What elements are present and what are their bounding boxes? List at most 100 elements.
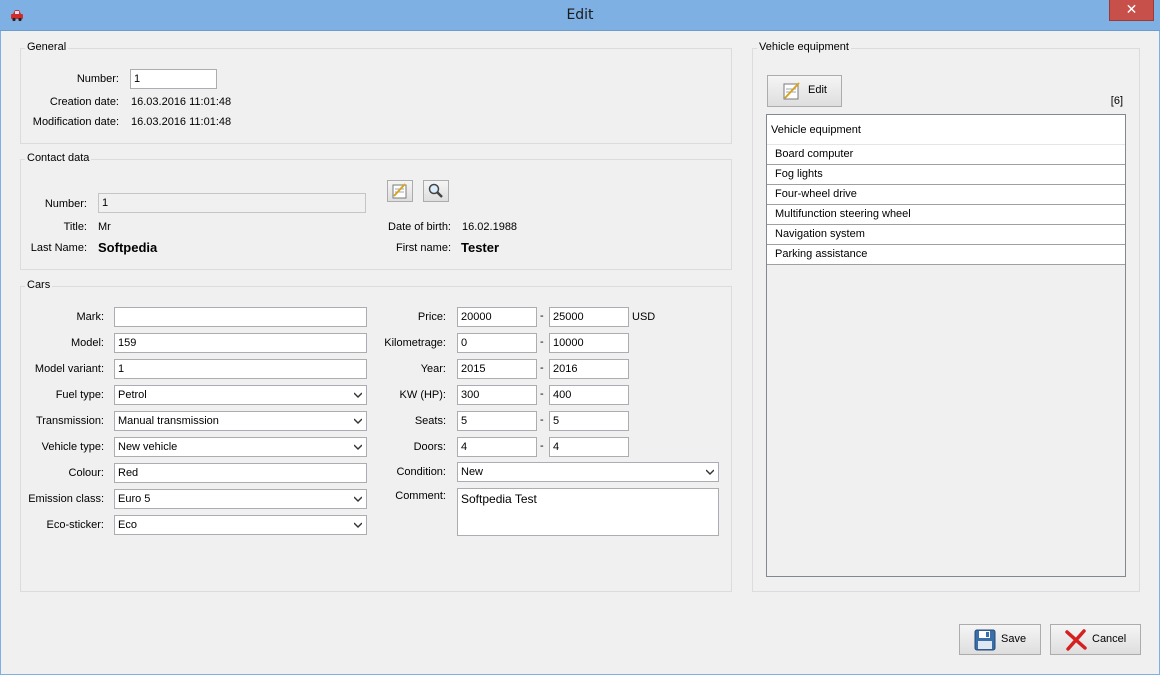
range-to-input[interactable]: 5	[549, 411, 629, 431]
list-item[interactable]: Navigation system	[767, 225, 1125, 245]
car-field-value: Red	[118, 467, 139, 479]
range-label: Year:	[420, 363, 446, 375]
chevron-down-icon	[354, 522, 362, 528]
close-icon: ✕	[1125, 1, 1138, 17]
range-label: Doors:	[413, 441, 446, 453]
condition-select[interactable]: New	[457, 462, 719, 482]
general-number-label: Number:	[76, 73, 119, 85]
car-field-input[interactable]: 1	[114, 359, 367, 379]
general-number-input[interactable]: 1	[130, 69, 217, 89]
lastname-label: Last Name:	[30, 242, 87, 254]
car-field-label: Colour:	[68, 467, 104, 479]
range-to-input[interactable]: 4	[549, 437, 629, 457]
modification-date-value: 16.03.2016 11:01:48	[131, 116, 232, 128]
lastname-value: Softpedia	[98, 240, 158, 255]
red-x-icon	[1065, 629, 1087, 651]
car-field-value: Petrol	[118, 389, 147, 401]
comment-label: Comment:	[395, 490, 446, 502]
car-field-input[interactable]: Red	[114, 463, 367, 483]
car-field-value: Euro 5	[118, 493, 151, 505]
car-field-value: Eco	[118, 519, 137, 531]
dob-label: Date of birth:	[388, 221, 451, 233]
equipment-edit-label: Edit	[808, 84, 827, 96]
equipment-group-title: Vehicle equipment	[757, 41, 851, 53]
car-field-value: 159	[118, 337, 137, 349]
window-title: Edit	[566, 7, 594, 23]
car-field-label: Vehicle type:	[41, 441, 104, 453]
equipment-edit-button[interactable]: Edit	[767, 75, 842, 107]
condition-value: New	[461, 466, 484, 478]
car-field-label: Mark:	[76, 311, 105, 323]
creation-date-label: Creation date:	[49, 96, 119, 108]
list-item[interactable]: Board computer	[767, 145, 1125, 165]
range-to-input[interactable]: 400	[549, 385, 629, 405]
car-field-select[interactable]: Euro 5	[114, 489, 367, 509]
car-field-label: Emission class:	[28, 493, 104, 505]
firstname-label: First name:	[395, 242, 451, 254]
range-to-input[interactable]: 25000	[549, 307, 629, 327]
title-bar: Edit ✕	[0, 0, 1160, 31]
range-label: Price:	[417, 311, 446, 323]
contact-group: Contact data Number: 1 Title: Mr Date of…	[20, 152, 732, 270]
car-field-value: Manual transmission	[118, 415, 219, 427]
comment-textarea[interactable]: Softpedia Test	[457, 488, 719, 536]
car-field-label: Transmission:	[35, 415, 104, 427]
range-from-input[interactable]: 5	[457, 411, 537, 431]
range-from-input[interactable]: 0	[457, 333, 537, 353]
contact-group-title: Contact data	[25, 152, 92, 164]
general-group: General Number: 1 Creation date: 16.03.2…	[20, 41, 732, 144]
close-button[interactable]: ✕	[1109, 0, 1154, 21]
car-field-input[interactable]	[114, 307, 367, 327]
list-item[interactable]: Multifunction steering wheel	[767, 205, 1125, 225]
general-group-title: General	[25, 41, 69, 53]
range-to-input[interactable]: 2016	[549, 359, 629, 379]
edit-notepad-icon	[783, 82, 800, 100]
range-from-input[interactable]: 4	[457, 437, 537, 457]
range-dash: -	[540, 440, 544, 452]
car-field-label: Eco-sticker:	[46, 519, 104, 531]
range-to-input[interactable]: 10000	[549, 333, 629, 353]
range-dash: -	[540, 362, 544, 374]
save-label: Save	[1001, 633, 1027, 645]
equipment-group: Vehicle equipment Edit [6] Vehicle equip…	[752, 41, 1140, 592]
creation-date-value: 16.03.2016 11:01:48	[131, 96, 232, 108]
list-item[interactable]: Four-wheel drive	[767, 185, 1125, 205]
condition-label: Condition:	[396, 466, 446, 478]
range-from-input[interactable]: 300	[457, 385, 537, 405]
contact-number-input[interactable]: 1	[98, 193, 366, 213]
cars-group: Cars Mark: Model: 159 Model variant: 1 Fuel t…	[20, 279, 732, 592]
chevron-down-icon	[706, 469, 714, 475]
equipment-list[interactable]: Vehicle equipment Board computer Fog ligh…	[766, 114, 1126, 577]
range-dash: -	[540, 388, 544, 400]
car-field-select[interactable]: Petrol	[114, 385, 367, 405]
range-from-input[interactable]: 20000	[457, 307, 537, 327]
equipment-list-header[interactable]: Vehicle equipment	[767, 115, 1125, 145]
car-field-select[interactable]: New vehicle	[114, 437, 367, 457]
list-item[interactable]: Fog lights	[767, 165, 1125, 185]
save-button[interactable]: Save	[959, 624, 1041, 655]
car-field-select[interactable]: Manual transmission	[114, 411, 367, 431]
car-field-value: 1	[118, 363, 125, 375]
range-label: Seats:	[414, 415, 446, 427]
car-field-label: Model:	[70, 337, 104, 349]
contact-title-label: Title:	[63, 221, 87, 233]
cancel-button[interactable]: Cancel	[1050, 624, 1141, 655]
dob-value: 16.02.1988	[462, 221, 518, 233]
equipment-count: [6]	[1110, 95, 1123, 107]
contact-edit-button[interactable]	[387, 180, 413, 202]
range-dash: -	[540, 310, 544, 322]
range-from-input[interactable]: 2015	[457, 359, 537, 379]
range-label: KW (HP):	[399, 389, 446, 401]
contact-search-button[interactable]	[423, 180, 449, 202]
car-field-input[interactable]: 159	[114, 333, 367, 353]
firstname-value: Tester	[461, 240, 500, 255]
edit-notepad-icon	[392, 183, 407, 199]
car-field-value: New vehicle	[118, 441, 178, 453]
car-field-label: Fuel type:	[55, 389, 104, 401]
list-item[interactable]: Parking assistance	[767, 245, 1125, 265]
range-dash: -	[540, 336, 544, 348]
car-field-select[interactable]: Eco	[114, 515, 367, 535]
contact-title-value: Mr	[98, 221, 111, 233]
modification-date-label: Modification date:	[32, 116, 119, 128]
cancel-label: Cancel	[1092, 633, 1127, 645]
